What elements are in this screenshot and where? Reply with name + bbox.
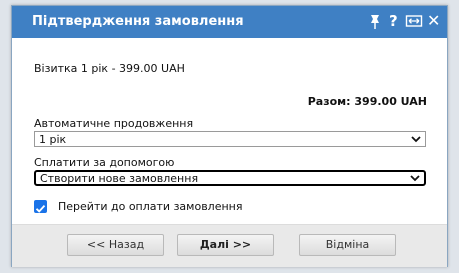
- back-button[interactable]: << Назад: [67, 234, 164, 256]
- checkout-checkbox[interactable]: [34, 200, 47, 213]
- dialog-titlebar[interactable]: Підтвердження замовлення ? ✕: [12, 6, 447, 38]
- payment-select-value: Створити нове замовлення: [40, 172, 199, 185]
- renewal-select[interactable]: 1 рік: [34, 131, 426, 147]
- close-icon[interactable]: ✕: [427, 11, 440, 31]
- dialog-title: Підтвердження замовлення: [32, 14, 244, 29]
- renewal-select-value: 1 рік: [39, 133, 67, 146]
- next-button[interactable]: Далі >>: [177, 234, 274, 256]
- order-confirmation-dialog: Підтвердження замовлення ? ✕ Візитка 1 р…: [11, 5, 448, 267]
- chevron-down-icon: [410, 175, 420, 182]
- button-bar: << Назад Далі >> Відміна: [12, 224, 447, 267]
- help-icon[interactable]: ?: [389, 11, 398, 31]
- payment-select[interactable]: Створити нове замовлення: [34, 170, 426, 186]
- pin-icon[interactable]: [368, 11, 382, 31]
- checkmark-icon: [35, 204, 46, 213]
- chevron-down-icon: [411, 136, 421, 143]
- resize-icon[interactable]: [405, 11, 423, 31]
- order-item-line: Візитка 1 рік - 399.00 UAH: [34, 62, 185, 75]
- dialog-body: Візитка 1 рік - 399.00 UAH Разом: 399.00…: [12, 38, 447, 267]
- cancel-button[interactable]: Відміна: [299, 234, 396, 256]
- checkout-label: Перейти до оплати замовлення: [58, 200, 243, 213]
- renewal-label: Автоматичне продовження: [34, 117, 194, 130]
- order-total: Разом: 399.00 UAH: [307, 95, 427, 108]
- payment-label: Сплатити за допомогою: [34, 156, 175, 169]
